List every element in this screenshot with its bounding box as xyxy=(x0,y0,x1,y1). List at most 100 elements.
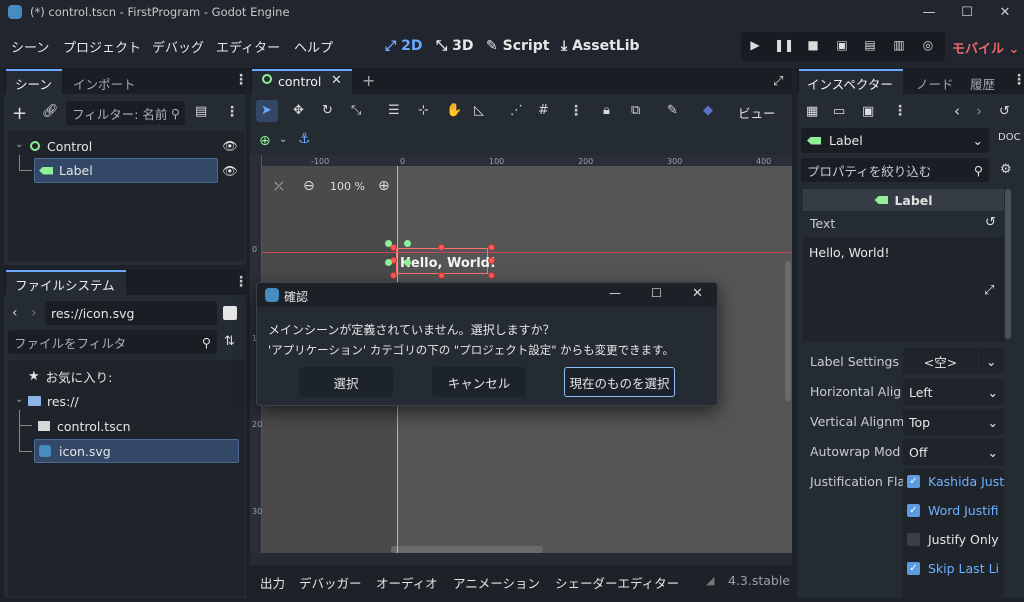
mode-3d-button[interactable]: ⤡ 3D xyxy=(436,38,473,54)
instance-scene-icon[interactable]: ▤ xyxy=(195,104,207,119)
checkbox-justify-only[interactable] xyxy=(907,533,920,546)
path-field[interactable]: res://icon.svg xyxy=(45,301,217,325)
scene-options-icon[interactable]: ⋮ xyxy=(225,104,239,120)
close-icon[interactable]: ✕ xyxy=(986,0,1024,24)
inspector-settings-icon[interactable]: ⚙ xyxy=(1000,162,1012,177)
section-header-label[interactable]: Label xyxy=(803,189,1004,211)
resize-handle[interactable] xyxy=(488,244,495,251)
anchor-icon[interactable]: ⚓︎ xyxy=(298,131,311,147)
pan-mode-icon[interactable]: ✋ xyxy=(446,103,462,118)
visibility-eye-icon[interactable]: 👁︎ xyxy=(222,163,238,179)
file-filter-input[interactable]: ファイルをフィルタ ⚲ xyxy=(8,330,217,354)
snap-options-icon[interactable]: ⋮ xyxy=(569,103,583,119)
folder-res[interactable]: res:// xyxy=(28,392,79,410)
view-menu[interactable]: ビュー xyxy=(738,103,776,122)
checkbox-word-justify[interactable]: ✓ xyxy=(907,504,920,517)
file-control-tscn[interactable]: control.tscn xyxy=(38,417,131,435)
forward-icon[interactable]: › xyxy=(31,305,37,321)
tab-import[interactable]: インポート xyxy=(73,74,136,93)
center-view-icon[interactable]: ⤫ xyxy=(274,179,284,194)
object-history-icon[interactable]: ↺ xyxy=(999,104,1010,119)
collapse-arrow-icon[interactable]: ⌄ xyxy=(15,394,23,405)
history-forward-icon[interactable]: › xyxy=(976,102,982,120)
new-tab-icon[interactable]: + xyxy=(362,71,375,90)
resize-handle[interactable] xyxy=(438,272,445,279)
prop-vertical-alignment-select[interactable]: Top ⌄ xyxy=(903,409,1004,435)
zoom-in-icon[interactable]: ⊕ xyxy=(378,178,390,194)
bottom-tab-debugger[interactable]: デバッガー xyxy=(299,573,362,592)
bottom-tab-audio[interactable]: オーディオ xyxy=(376,573,438,592)
distraction-free-icon[interactable]: ⤢ xyxy=(773,74,783,89)
stop-icon[interactable]: ■ xyxy=(803,38,823,52)
tab-node[interactable]: ノード xyxy=(916,74,954,93)
close-icon[interactable]: ✕ xyxy=(692,286,703,301)
expand-editor-icon[interactable]: ⤢ xyxy=(984,283,994,298)
anchor-handle[interactable] xyxy=(385,240,392,247)
resize-handle[interactable] xyxy=(488,272,495,279)
move-mode-icon[interactable]: ✥ xyxy=(293,103,304,118)
link-icon[interactable]: 🔗︎ xyxy=(42,104,59,119)
group-icon[interactable]: ⧉ xyxy=(631,103,640,118)
checkbox-kashida-label[interactable]: Kashida Just xyxy=(928,474,1004,489)
zoom-out-icon[interactable]: ⊖ xyxy=(303,178,315,194)
cancel-button[interactable]: キャンセル xyxy=(432,367,526,397)
movie-maker-icon[interactable]: ◎ xyxy=(918,38,938,52)
pause-icon[interactable]: ❚❚ xyxy=(774,38,794,52)
mode-assetlib-button[interactable]: ⤓ AssetLib xyxy=(561,38,640,54)
anchor-handle[interactable] xyxy=(404,240,411,247)
grid-snap-icon[interactable]: # xyxy=(538,103,549,118)
bottom-tab-output[interactable]: 出力 xyxy=(260,573,285,592)
tree-item-label-node[interactable]: Label xyxy=(34,158,218,183)
menu-project[interactable]: プロジェクト xyxy=(63,37,141,56)
new-resource-icon[interactable]: ▦ xyxy=(806,104,818,119)
revert-icon[interactable]: ↺ xyxy=(985,215,996,230)
docs-icon[interactable]: DOC xyxy=(998,132,1021,143)
zoom-level[interactable]: 100 % xyxy=(330,180,365,193)
checkbox-justify-only-label[interactable]: Justify Only xyxy=(928,532,999,547)
label-settings-dropdown[interactable]: ⌄ xyxy=(979,348,1004,374)
smart-snap-icon[interactable]: ⋰ xyxy=(510,103,523,118)
dock-menu-icon[interactable]: ⋮ xyxy=(234,72,248,88)
resource-options-icon[interactable]: ⋮ xyxy=(893,103,907,119)
play-scene-icon[interactable]: ▤ xyxy=(860,38,880,52)
checkbox-word-justify-label[interactable]: Word Justifi xyxy=(928,503,998,518)
menu-scene[interactable]: シーン xyxy=(11,37,49,56)
maximize-icon[interactable]: ☐ xyxy=(948,0,986,24)
play-custom-scene-icon[interactable]: ▥ xyxy=(889,38,909,52)
menu-editor[interactable]: エディター xyxy=(216,37,280,56)
remote-debug-icon[interactable]: ▣ xyxy=(832,38,852,52)
tree-item-control[interactable]: Control xyxy=(30,137,92,155)
list-select-icon[interactable]: ☰ xyxy=(388,103,400,118)
checkbox-skip-last-line[interactable]: ✓ xyxy=(907,562,920,575)
anchor-handle[interactable] xyxy=(404,259,411,266)
history-back-icon[interactable]: ‹ xyxy=(954,102,960,120)
close-tab-icon[interactable]: ✕ xyxy=(331,73,342,88)
file-icon-svg[interactable]: icon.svg xyxy=(34,439,239,463)
tab-history[interactable]: 履歴 xyxy=(970,74,995,93)
select-current-button[interactable]: 現在のものを選択 xyxy=(564,367,675,397)
pivot-mode-icon[interactable]: ⊹ xyxy=(418,103,429,118)
favorites-item[interactable]: ★ お気に入り: xyxy=(28,367,112,385)
h-scrollbar[interactable] xyxy=(391,546,543,553)
resize-handle[interactable] xyxy=(438,244,445,251)
save-icon[interactable]: ▣ xyxy=(862,104,874,119)
open-folder-icon[interactable]: ▭ xyxy=(833,104,845,119)
minimize-icon[interactable]: — xyxy=(609,286,621,300)
v-scrollbar[interactable] xyxy=(785,261,791,401)
sort-icon[interactable]: ⇅ xyxy=(224,334,235,349)
bone-icon[interactable]: ✎ xyxy=(667,103,678,118)
renderer-selector[interactable]: モバイル ⌄ xyxy=(952,38,1019,57)
rotate-mode-icon[interactable]: ↻ xyxy=(322,103,333,118)
anchor-handle[interactable] xyxy=(385,259,392,266)
checkbox-skip-last-line-label[interactable]: Skip Last Li xyxy=(928,561,999,576)
mode-script-button[interactable]: ✎ Script xyxy=(486,38,549,54)
play-icon[interactable]: ▶ xyxy=(745,38,765,52)
inspector-scrollbar[interactable] xyxy=(1005,189,1011,339)
resize-handle[interactable] xyxy=(488,257,495,264)
dock-menu-icon[interactable]: ⋮ xyxy=(234,274,248,290)
anchor-presets-icon[interactable]: ⊕ xyxy=(259,133,271,149)
collapse-arrow-icon[interactable]: ⌄ xyxy=(15,139,23,150)
checkbox-kashida[interactable]: ✓ xyxy=(907,475,920,488)
menu-debug[interactable]: デバッグ xyxy=(152,37,204,56)
maximize-icon[interactable]: ☐ xyxy=(651,286,662,300)
